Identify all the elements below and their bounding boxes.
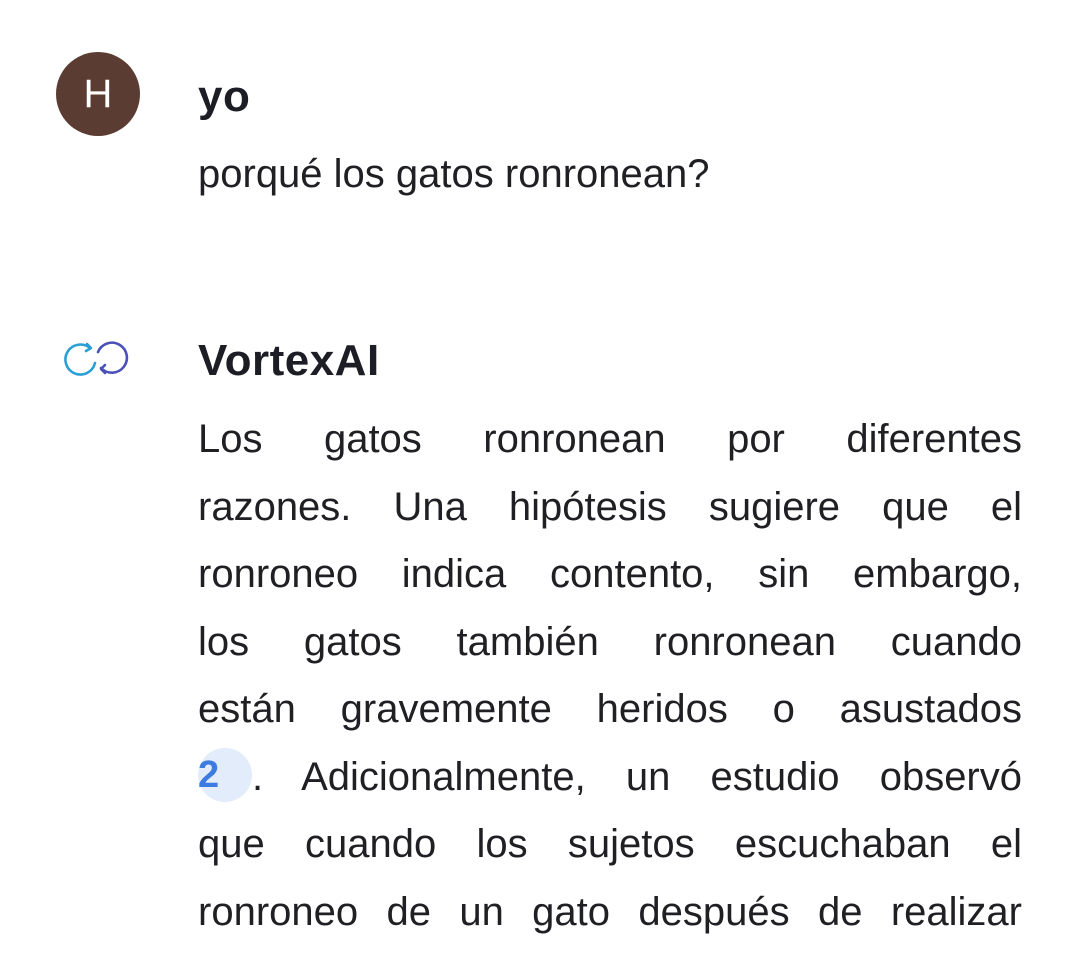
message-text-after-citation: . Adicionalmente, un estudio observó [252, 754, 1022, 799]
message-line: ronroneo de un gato después de realizar [198, 889, 1022, 934]
user-message-text: porqué los gatos ronronean? [198, 152, 710, 196]
message-line: los gatos también ronronean cuando [198, 619, 1022, 664]
message-line: Los gatos ronronean por diferentes [198, 417, 1022, 461]
chat-page: H yo porqué los gatos ronronean? VortexA… [0, 0, 1080, 965]
vortex-loop-icon [64, 341, 129, 376]
assistant-message-text: Los gatos ronronean por diferentes razon… [198, 406, 1022, 946]
user-avatar[interactable]: H [56, 52, 140, 136]
user-name: yo [198, 72, 251, 121]
message-line: ronroneo indica contento, sin embargo, [198, 552, 1022, 596]
citation-badge[interactable]: 2 [198, 747, 252, 802]
message-line: que cuando los sujetos escuchaban el [198, 822, 1022, 866]
message-line-with-citation: 2. Adicionalmente, un estudio observó [198, 744, 1022, 812]
message-line: razones. Una hipótesis sugiere que el [198, 484, 1022, 529]
assistant-name: VortexAI [198, 336, 380, 385]
message-line: están gravemente heridos o asustados [198, 687, 1022, 731]
